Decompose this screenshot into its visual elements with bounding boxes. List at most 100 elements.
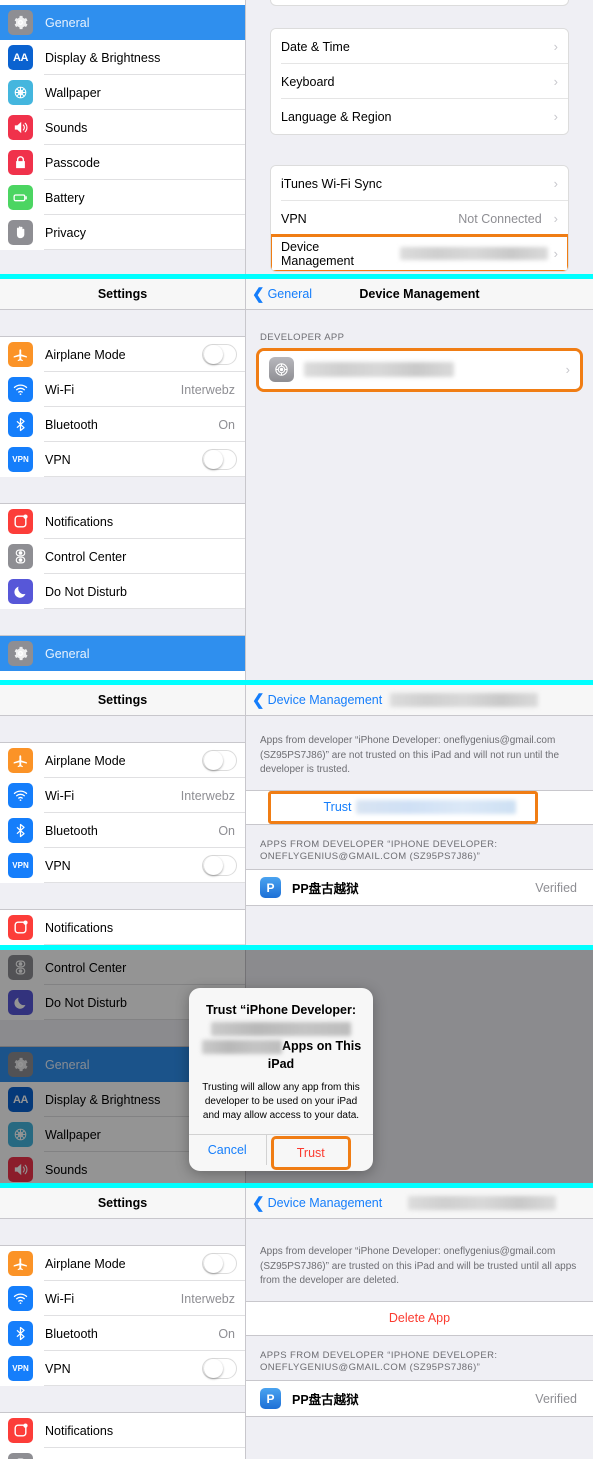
sidebar-item-notifications[interactable]: Notifications bbox=[0, 910, 245, 945]
sidebar-item-sounds[interactable]: Sounds bbox=[0, 110, 245, 145]
control-center-icon bbox=[8, 1453, 33, 1459]
alert-body: Trust “iPhone Developer: Apps on This iP… bbox=[189, 988, 373, 1134]
wifi-network-value: Interwebz bbox=[180, 382, 235, 397]
sidebar-item-wifi[interactable]: Wi-Fi Interwebz bbox=[0, 372, 245, 407]
redacted-trust-suffix bbox=[355, 800, 516, 814]
device-management-pane: ❮ General Device Management DEVELOPER AP… bbox=[246, 279, 593, 680]
app-name: PP盘古越狱 bbox=[292, 882, 359, 897]
bluetooth-icon bbox=[8, 412, 33, 437]
row-keyboard[interactable]: Keyboard › bbox=[271, 64, 568, 99]
pp-jailbreak-icon: P bbox=[260, 877, 281, 899]
sidebar-item-label: VPN bbox=[45, 858, 71, 873]
sidebar-item-label: Wi-Fi bbox=[45, 1291, 75, 1306]
row-label: iTunes Wi-Fi Sync bbox=[281, 176, 382, 191]
airplane-icon bbox=[8, 1251, 33, 1276]
row-date-time[interactable]: Date & Time › bbox=[271, 29, 568, 64]
sidebar-item-vpn[interactable]: VPN VPN bbox=[0, 848, 245, 883]
panel-separator-3 bbox=[0, 945, 593, 950]
vpn-icon: VPN bbox=[8, 853, 33, 878]
back-button-device-management[interactable]: ❮ Device Management bbox=[252, 693, 382, 708]
redacted-device-name bbox=[399, 247, 548, 260]
sidebar-item-label: VPN bbox=[45, 452, 71, 467]
app-name: PP盘古越狱 bbox=[292, 1393, 359, 1408]
sidebar-item-airplane-mode[interactable]: Airplane Mode bbox=[0, 1246, 245, 1281]
developer-trusted-pane: ❮ Device Management Apps from developer … bbox=[246, 1188, 593, 1459]
back-button-general[interactable]: ❮ General bbox=[252, 287, 312, 302]
settings-sidebar: General AA Display & Brightness Wallpape… bbox=[0, 0, 246, 274]
row-label: VPN bbox=[281, 211, 307, 226]
delete-app-button[interactable]: Delete App bbox=[246, 1301, 593, 1335]
airplane-mode-toggle[interactable] bbox=[202, 344, 237, 365]
bluetooth-icon bbox=[8, 818, 33, 843]
bluetooth-state-value: On bbox=[218, 417, 235, 432]
sidebar-item-display-brightness[interactable]: AA Display & Brightness bbox=[0, 40, 245, 75]
vpn-toggle[interactable] bbox=[202, 1358, 237, 1379]
back-label: General bbox=[267, 287, 313, 301]
sidebar-item-passcode[interactable]: Passcode bbox=[0, 145, 245, 180]
app-row-pp-jailbreak[interactable]: P PP盘古越狱 Verified bbox=[246, 1381, 593, 1417]
app-status: Verified bbox=[535, 1391, 577, 1406]
sidebar-item-vpn[interactable]: VPN VPN bbox=[0, 442, 245, 477]
sidebar-item-privacy[interactable]: Privacy bbox=[0, 215, 245, 250]
row-label: Device Management bbox=[281, 239, 354, 268]
airplane-mode-toggle[interactable] bbox=[202, 750, 237, 771]
back-label: Device Management bbox=[267, 693, 383, 707]
sidebar-item-vpn[interactable]: VPN VPN bbox=[0, 1351, 245, 1386]
sidebar-item-bluetooth[interactable]: Bluetooth On bbox=[0, 813, 245, 848]
sidebar-item-wallpaper[interactable]: Wallpaper bbox=[0, 75, 245, 110]
row-device-management[interactable]: Device Management › bbox=[271, 234, 568, 271]
apps-list-card: P PP盘古越狱 Verified bbox=[246, 1380, 593, 1418]
sidebar-item-label: VPN bbox=[45, 1361, 71, 1376]
developer-app-card[interactable]: › bbox=[256, 347, 583, 392]
settings-sidebar: Settings Airplane Mode Wi-Fi Interwebz B… bbox=[0, 685, 246, 945]
row-itunes-wifi-sync[interactable]: iTunes Wi-Fi Sync › bbox=[271, 166, 568, 201]
navigation-bar: ❮ Device Management bbox=[246, 685, 593, 716]
sidebar-item-do-not-disturb[interactable]: Do Not Disturb bbox=[0, 574, 245, 609]
sidebar-item-notifications[interactable]: Notifications bbox=[0, 504, 245, 539]
alert-title-line2-wrap: Apps on This bbox=[202, 1037, 361, 1055]
general-detail-pane: Date & Time › Keyboard › Language & Regi… bbox=[246, 0, 593, 274]
sidebar-item-wifi[interactable]: Wi-Fi Interwebz bbox=[0, 1281, 245, 1316]
wifi-network-value: Interwebz bbox=[180, 788, 235, 803]
row-vpn[interactable]: VPN Not Connected › bbox=[271, 201, 568, 236]
sidebar-item-general[interactable]: General bbox=[0, 5, 245, 40]
vpn-toggle[interactable] bbox=[202, 855, 237, 876]
back-button-device-management[interactable]: ❮ Device Management bbox=[252, 1196, 382, 1211]
settings-sidebar: Settings Airplane Mode Wi-Fi Interwebz B… bbox=[0, 1188, 246, 1459]
sidebar-item-label: Display & Brightness bbox=[45, 50, 161, 65]
airplane-mode-toggle[interactable] bbox=[202, 1253, 237, 1274]
developer-app-row[interactable]: › bbox=[259, 350, 580, 389]
sidebar-item-wifi[interactable]: Wi-Fi Interwebz bbox=[0, 778, 245, 813]
sidebar-item-airplane-mode[interactable]: Airplane Mode bbox=[0, 337, 245, 372]
sidebar-item-battery[interactable]: Battery bbox=[0, 180, 245, 215]
sidebar-item-control-center[interactable]: Control Center bbox=[0, 539, 245, 574]
sidebar-item-airplane-mode[interactable]: Airplane Mode bbox=[0, 743, 245, 778]
sidebar-item-general[interactable]: General bbox=[0, 636, 245, 671]
control-center-icon bbox=[8, 544, 33, 569]
back-label: Device Management bbox=[267, 1196, 383, 1210]
sidebar-item-control-center[interactable]: Control Center bbox=[0, 1448, 245, 1459]
redacted-alert-title bbox=[202, 1019, 360, 1037]
sidebar-item-bluetooth[interactable]: Bluetooth On bbox=[0, 1316, 245, 1351]
bluetooth-state-value: On bbox=[218, 823, 235, 838]
sidebar-item-notifications[interactable]: Notifications bbox=[0, 1413, 245, 1448]
sidebar-title: Settings bbox=[0, 1188, 245, 1219]
screenshot-root: General AA Display & Brightness Wallpape… bbox=[0, 0, 593, 1459]
notifications-icon bbox=[8, 1418, 33, 1443]
alert-title-line1: Trust “iPhone Developer: bbox=[205, 1003, 357, 1017]
sidebar-item-bluetooth[interactable]: Bluetooth On bbox=[0, 407, 245, 442]
app-row-pp-jailbreak[interactable]: P PP盘古越狱 Verified bbox=[246, 870, 593, 906]
airplane-icon bbox=[8, 748, 33, 773]
alert-trust-button[interactable]: Trust bbox=[270, 1135, 351, 1170]
sync-card: iTunes Wi-Fi Sync › VPN Not Connected › … bbox=[270, 165, 569, 272]
vpn-toggle[interactable] bbox=[202, 449, 237, 470]
trust-button[interactable]: Trust bbox=[246, 790, 593, 824]
alert-cancel-button[interactable]: Cancel bbox=[189, 1134, 267, 1165]
panel-device-management: Settings Airplane Mode Wi-Fi Interwebz B… bbox=[0, 279, 593, 680]
gear-icon bbox=[8, 641, 33, 666]
chevron-left-icon: ❮ bbox=[252, 691, 265, 709]
row-language-region[interactable]: Language & Region › bbox=[271, 99, 568, 134]
app-status: Verified bbox=[535, 880, 577, 895]
sidebar-item-label: Control Center bbox=[45, 549, 127, 564]
sidebar-item-label: Notifications bbox=[45, 514, 114, 529]
